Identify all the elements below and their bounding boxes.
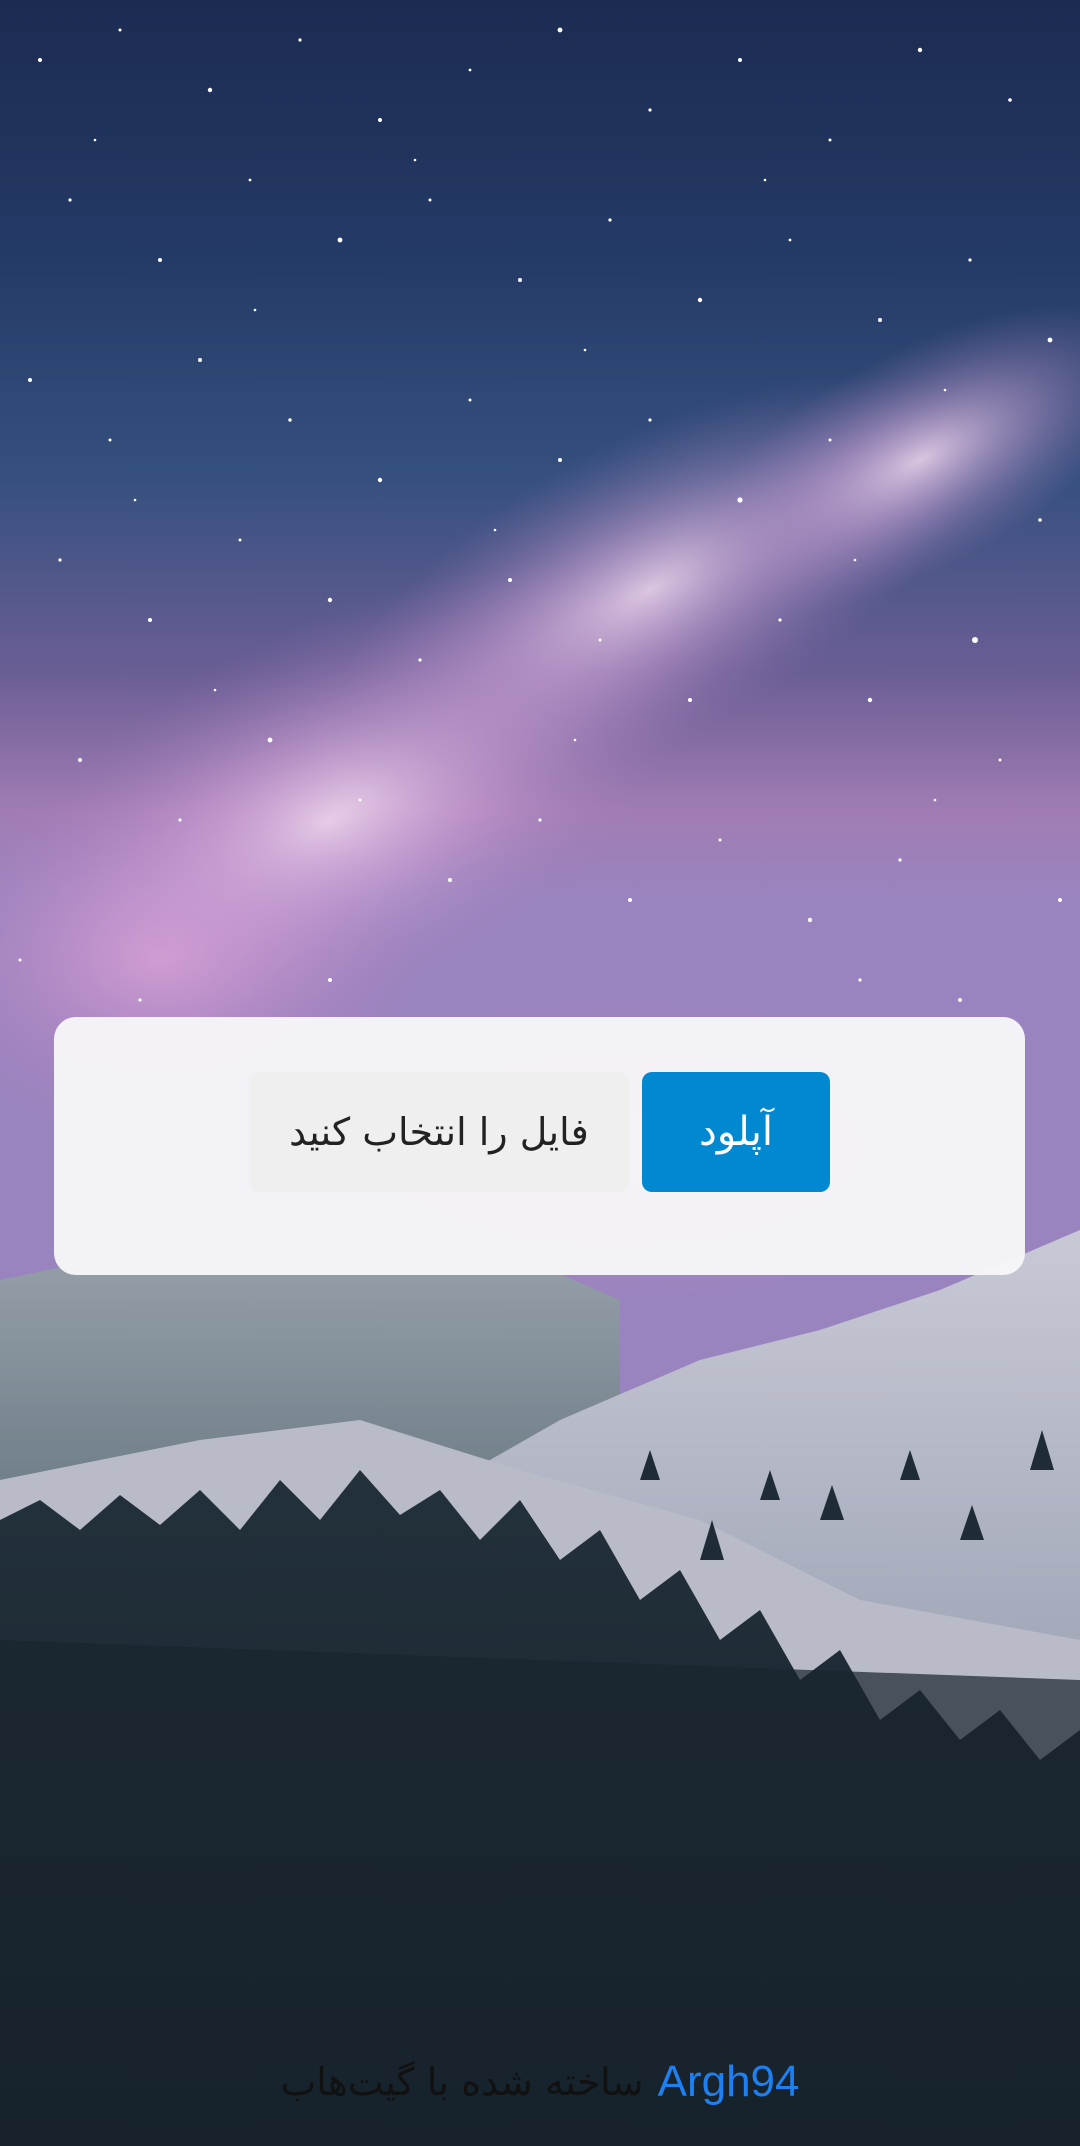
footer: ساخته شده با گیت‌هاب Argh94 bbox=[0, 2052, 1080, 2112]
file-picker-label: فایل را انتخاب کنید bbox=[289, 1110, 589, 1154]
file-picker[interactable]: فایل را انتخاب کنید bbox=[249, 1072, 629, 1192]
upload-button[interactable]: آپلود bbox=[642, 1072, 830, 1192]
footer-author-link[interactable]: Argh94 bbox=[658, 2057, 800, 2107]
footer-made-with-text: ساخته شده با گیت‌هاب bbox=[280, 2060, 644, 2104]
upload-button-label: آپلود bbox=[699, 1109, 773, 1155]
